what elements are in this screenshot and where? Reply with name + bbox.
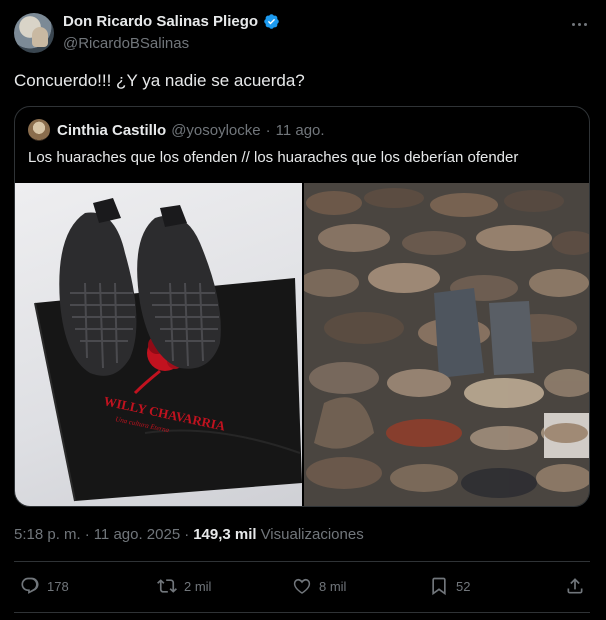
like-count: 8 mil [319,578,347,594]
share-icon [567,578,583,594]
reply-button[interactable]: 178 [20,576,69,596]
huaraches-illustration: WILLY CHAVARRIA Una cultura Eterna [34,198,302,502]
bookmark-button[interactable]: 52 [429,576,470,596]
bookmark-count: 52 [456,578,471,594]
action-bar: 178 2 mil 8 mil 52 [0,572,606,602]
quoted-media: WILLY CHAVARRIA Una cultura Eterna [15,183,589,506]
quoted-text: Los huaraches que los ofenden // los hua… [28,149,519,166]
more-options-icon[interactable] [567,14,591,34]
like-button[interactable]: 8 mil [292,576,346,596]
meta-separator: · [84,526,90,543]
bookmark-icon [432,577,446,596]
quoted-tweet[interactable]: Cinthia Castillo @yosoylocke · 11 ago. L… [14,106,590,507]
post-time[interactable]: 5:18 p. m. [14,526,81,543]
reply-count: 178 [47,578,69,594]
quoted-time[interactable]: 11 ago. [276,122,325,139]
tweet: Don Ricardo Salinas Pliego @RicardoBSali… [0,0,606,620]
meta-separator: · [184,526,190,543]
quoted-separator: · [265,122,271,139]
heart-icon [293,578,311,594]
divider [14,561,590,562]
quoted-author-handle[interactable]: @yosoylocke [171,122,260,139]
reply-icon [21,577,39,594]
repost-icon [157,579,177,593]
repost-button[interactable]: 2 mil [157,576,211,596]
divider [14,612,590,613]
repost-count: 2 mil [184,578,212,594]
huaraches-bag-image[interactable]: WILLY CHAVARRIA Una cultura Eterna [15,183,302,506]
quoted-author-name[interactable]: Cinthia Castillo [57,122,166,139]
views-label: Visualizaciones [260,526,364,543]
shoe-pile-illustration [304,183,589,506]
author-avatar[interactable] [14,13,54,53]
tweet-text: Concuerdo!!! ¿Y ya nadie se acuerda? [14,71,305,90]
author-name[interactable]: Don Ricardo Salinas Pliego [63,13,258,30]
post-date[interactable]: 11 ago. 2025 [94,526,180,543]
author-handle[interactable]: @RicardoBSalinas [63,35,189,52]
author-name-row: Don Ricardo Salinas Pliego [63,13,280,30]
shoe-pile-image[interactable] [304,183,589,506]
share-button[interactable] [565,576,585,596]
quoted-author-avatar[interactable] [28,119,50,141]
tweet-meta: 5:18 p. m. · 11 ago. 2025 · 149,3 mil Vi… [14,526,364,543]
views-count: 149,3 mil [193,526,257,543]
quoted-header: Cinthia Castillo @yosoylocke · 11 ago. [57,122,325,139]
verified-badge-icon [264,14,279,29]
